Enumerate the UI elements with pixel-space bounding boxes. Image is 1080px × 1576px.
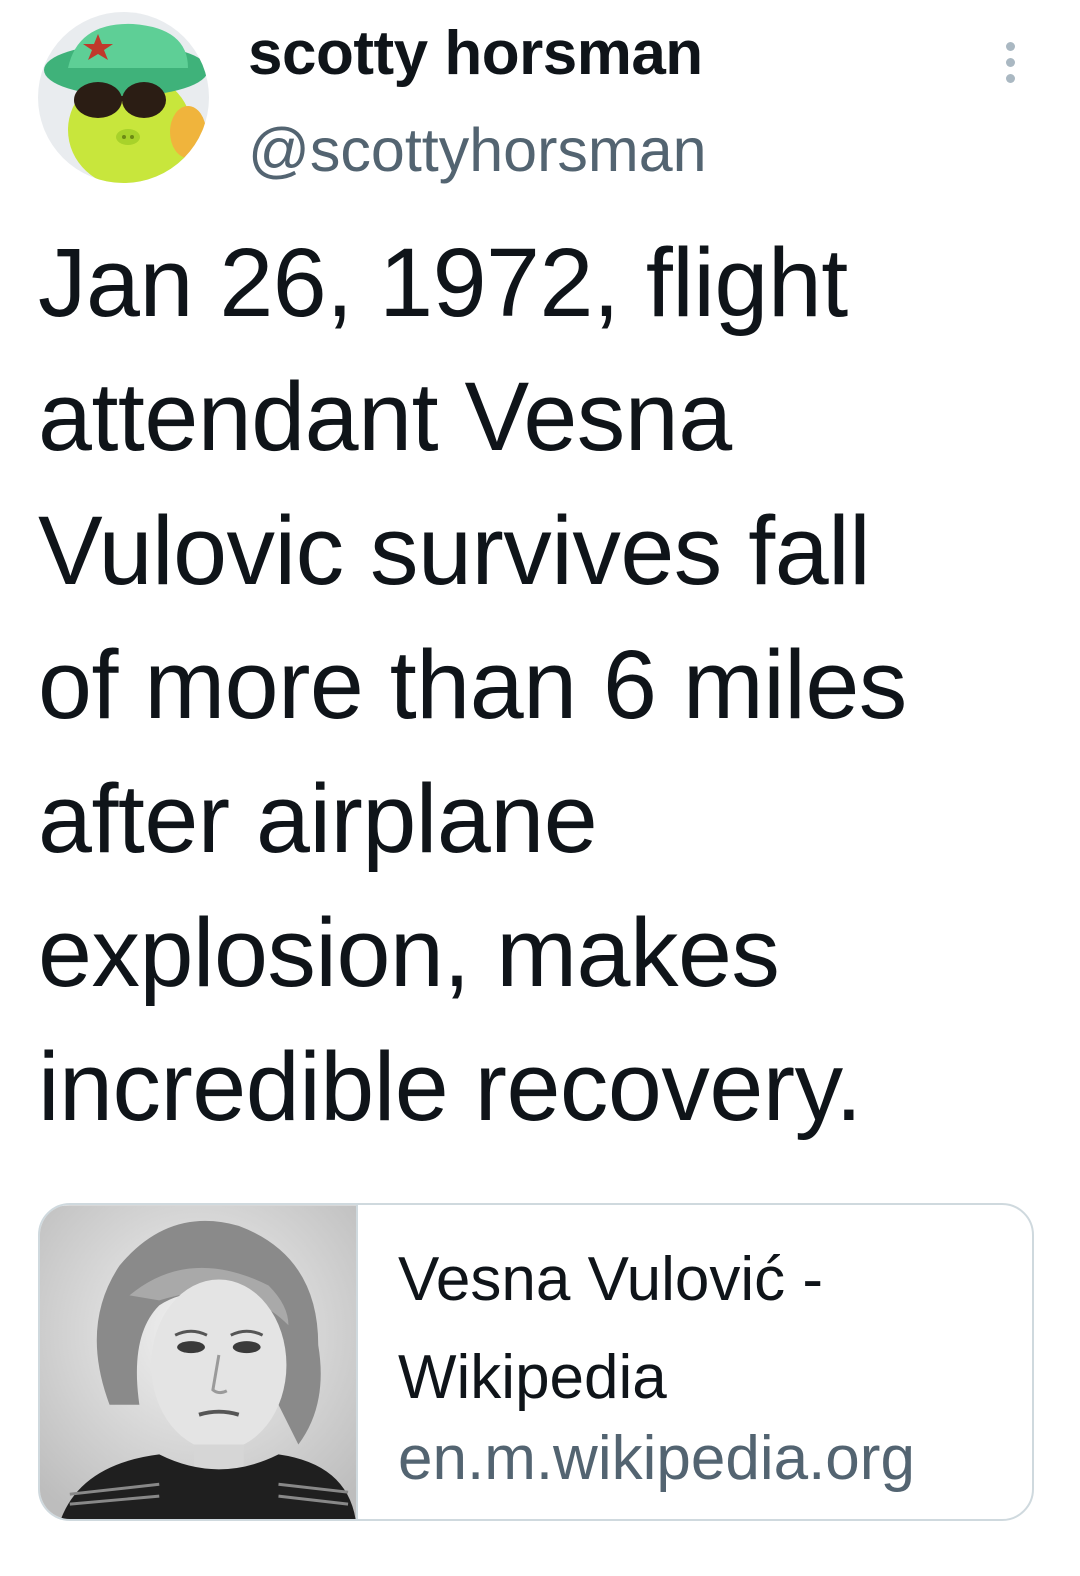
link-card-title: Vesna Vulović - Wikipedia — [398, 1231, 1018, 1427]
tweet-text-line: of more than 6 miles — [38, 630, 907, 739]
tweet-text-line: after airplane — [38, 764, 598, 873]
link-card-title-line: Wikipedia — [398, 1343, 667, 1412]
link-preview-card[interactable]: Vesna Vulović - Wikipedia en.m.wikipedia… — [38, 1203, 1034, 1521]
author-avatar[interactable] — [38, 12, 209, 183]
author-handle[interactable]: @scottyhorsman — [248, 110, 707, 190]
cartoon-character-avatar-icon — [38, 12, 209, 183]
portrait-photo-icon — [40, 1206, 356, 1519]
tweet-text-line: Jan 26, 1972, flight — [38, 228, 848, 337]
link-card-title-line: Vesna Vulović - — [398, 1245, 824, 1314]
tweet-text-line: incredible recovery. — [38, 1032, 862, 1141]
link-card-image — [40, 1205, 358, 1519]
author-display-name[interactable]: scotty horsman — [248, 14, 703, 94]
tweet-text-line: attendant Vesna — [38, 362, 732, 471]
tweet-text-line: explosion, makes — [38, 898, 780, 1007]
more-options-icon[interactable] — [990, 38, 1034, 88]
link-card-domain: en.m.wikipedia.org — [398, 1424, 915, 1493]
tweet-text-line: Vulovic survives fall — [38, 496, 871, 605]
tweet-text: Jan 26, 1972, flight attendant Vesna Vul… — [38, 216, 1048, 1154]
